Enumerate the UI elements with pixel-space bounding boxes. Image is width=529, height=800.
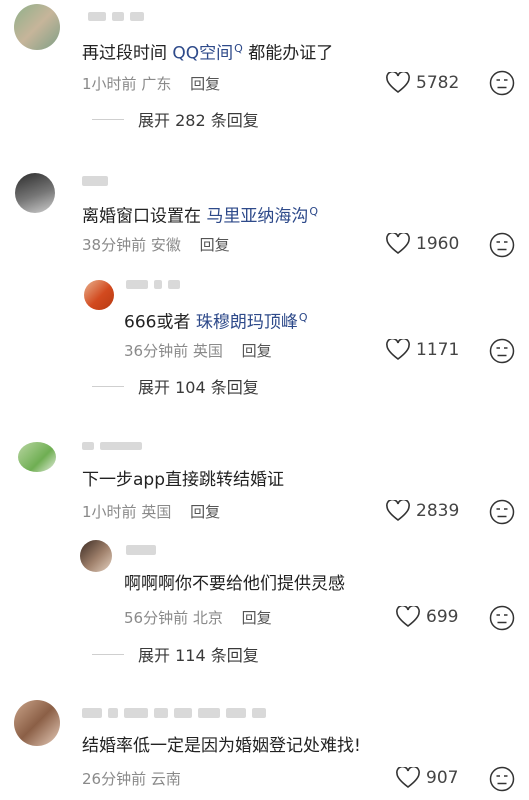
dislike-button[interactable] — [489, 338, 515, 368]
comment-text-plain: 结婚率低一定是因为婚姻登记处难找! — [82, 736, 361, 756]
search-link[interactable]: 马里亚纳海沟 — [206, 207, 308, 227]
heart-outline-icon — [386, 233, 410, 255]
heart-outline-icon — [386, 339, 410, 361]
like-button[interactable]: 699 — [396, 606, 458, 628]
neutral-face-icon — [489, 499, 515, 525]
comment-time: 1小时前 — [82, 503, 137, 521]
comment-time: 1小时前 — [82, 75, 137, 93]
comment-time: 26分钟前 — [82, 770, 147, 788]
heart-outline-icon — [386, 500, 410, 522]
heart-outline-icon — [386, 72, 410, 94]
divider — [92, 653, 124, 655]
like-button[interactable]: 1960 — [386, 233, 459, 255]
username-blurred[interactable] — [126, 545, 156, 555]
dislike-button[interactable] — [489, 605, 515, 635]
neutral-face-icon — [489, 766, 515, 792]
like-count: 2839 — [416, 501, 460, 521]
reply-avatar[interactable] — [84, 280, 114, 310]
comment-location: 广东 — [141, 75, 172, 93]
reply-meta: 56分钟前 北京 回复 — [124, 607, 272, 628]
reply-button[interactable]: 回复 — [242, 342, 272, 360]
comment-text-plain: 下一步app直接跳转结婚证 — [82, 470, 284, 490]
reply-text: 啊啊啊你不要给他们提供灵感 — [124, 573, 345, 595]
neutral-face-icon — [489, 232, 515, 258]
like-button[interactable]: 2839 — [386, 500, 459, 522]
reply-time: 36分钟前 — [124, 342, 189, 360]
comment-location: 云南 — [150, 770, 181, 788]
dislike-button[interactable] — [489, 499, 515, 529]
reply-button[interactable]: 回复 — [200, 236, 230, 254]
expand-replies[interactable]: 展开 104 条回复 — [92, 374, 259, 398]
like-count: 1960 — [416, 234, 460, 254]
neutral-face-icon — [489, 70, 515, 96]
avatar[interactable] — [15, 173, 55, 213]
search-link[interactable]: QQ空间 — [172, 44, 233, 64]
comment-text-after: 都能办证了 — [248, 43, 334, 64]
search-icon: Q — [309, 205, 319, 218]
dislike-button[interactable] — [489, 232, 515, 262]
expand-label: 展开 282 条回复 — [138, 111, 259, 130]
reply-text-plain: 啊啊啊你不要给他们提供灵感 — [124, 574, 345, 594]
username-blurred[interactable] — [126, 280, 180, 289]
like-count: 5782 — [416, 73, 460, 93]
heart-outline-icon — [396, 767, 420, 789]
comment-time: 38分钟前 — [82, 236, 147, 254]
comment-location: 安徽 — [150, 236, 181, 254]
comment-meta: 1小时前 英国 回复 — [82, 501, 220, 522]
expand-label: 展开 114 条回复 — [138, 646, 259, 665]
dislike-button[interactable] — [489, 766, 515, 796]
username-blurred[interactable] — [82, 442, 142, 450]
username-blurred[interactable] — [88, 12, 144, 21]
comment-meta: 38分钟前 安徽 回复 — [82, 234, 230, 255]
search-icon: Q — [298, 311, 308, 324]
avatar[interactable] — [14, 4, 60, 50]
like-button[interactable]: 5782 — [386, 72, 459, 94]
expand-replies[interactable]: 展开 282 条回复 — [92, 107, 259, 131]
comment-text: 结婚率低一定是因为婚姻登记处难找! — [82, 735, 361, 757]
neutral-face-icon — [489, 338, 515, 364]
expand-label: 展开 104 条回复 — [138, 378, 259, 397]
comment-meta: 1小时前 广东 回复 — [82, 73, 220, 94]
reply-button[interactable]: 回复 — [190, 75, 220, 93]
reply-text: 666或者 珠穆朗玛顶峰Q — [124, 307, 308, 334]
like-count: 699 — [426, 607, 459, 627]
dislike-button[interactable] — [489, 70, 515, 100]
comment-text: 再过段时间 QQ空间Q 都能办证了 — [82, 38, 333, 65]
comment-text: 下一步app直接跳转结婚证 — [82, 469, 284, 491]
reply-button[interactable]: 回复 — [190, 503, 220, 521]
like-button[interactable]: 1171 — [386, 339, 459, 361]
neutral-face-icon — [489, 605, 515, 631]
divider — [92, 118, 124, 120]
reply-button[interactable]: 回复 — [242, 609, 272, 627]
search-link[interactable]: 珠穆朗玛顶峰 — [196, 313, 298, 333]
comment-text: 离婚窗口设置在 马里亚纳海沟Q — [82, 201, 318, 228]
username-blurred[interactable] — [82, 176, 108, 186]
reply-location: 英国 — [192, 342, 223, 360]
reply-meta: 36分钟前 英国 回复 — [124, 340, 272, 361]
reply-avatar[interactable] — [80, 540, 112, 572]
comment-text-plain: 再过段时间 — [82, 43, 173, 64]
comment-meta: 26分钟前 云南 — [82, 768, 181, 789]
reply-time: 56分钟前 — [124, 609, 189, 627]
like-count: 907 — [426, 768, 459, 788]
avatar[interactable] — [14, 700, 60, 746]
heart-outline-icon — [396, 606, 420, 628]
divider — [92, 385, 124, 387]
expand-replies[interactable]: 展开 114 条回复 — [92, 642, 259, 666]
like-button[interactable]: 907 — [396, 767, 458, 789]
reply-text-plain: 666或者 — [124, 312, 196, 333]
like-count: 1171 — [416, 340, 460, 360]
search-icon: Q — [234, 42, 243, 55]
avatar[interactable] — [18, 442, 56, 472]
reply-location: 北京 — [192, 609, 223, 627]
comment-text-plain: 离婚窗口设置在 — [82, 206, 207, 227]
username-blurred[interactable] — [82, 708, 266, 718]
comment-location: 英国 — [141, 503, 172, 521]
